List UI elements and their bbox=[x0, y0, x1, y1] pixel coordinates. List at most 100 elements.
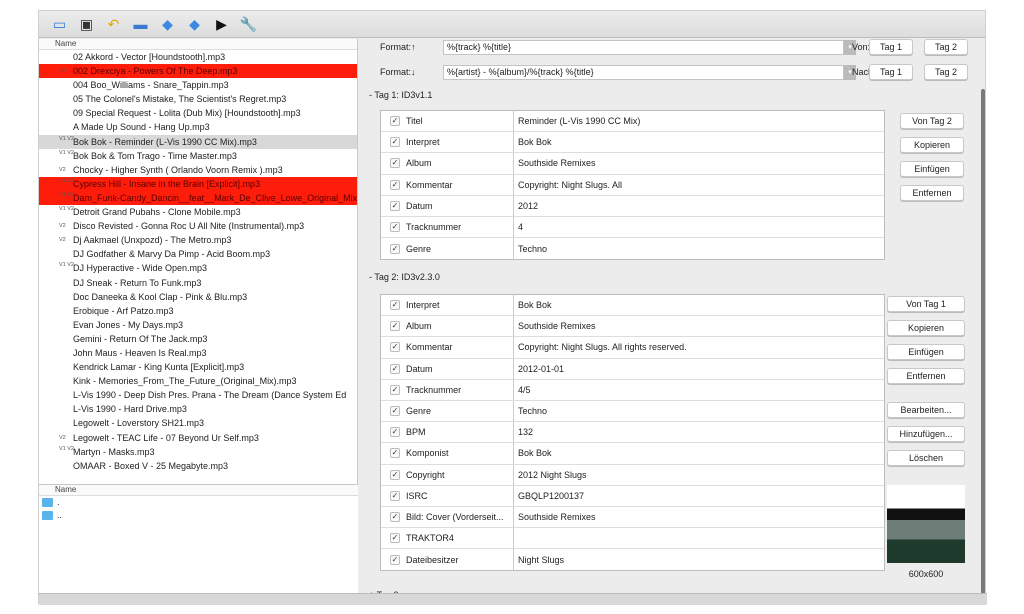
file-row[interactable]: V2 Chocky - Higher Synth ( Orlando Voorn … bbox=[39, 163, 357, 177]
hinzuf-gen-button[interactable]: Hinzufügen... bbox=[887, 426, 965, 442]
to-tag2-button[interactable]: Tag 2 bbox=[924, 64, 968, 80]
field-checkbox[interactable]: ✓ bbox=[390, 243, 400, 254]
field-checkbox[interactable]: ✓ bbox=[390, 427, 400, 438]
save-icon[interactable]: ▣ bbox=[78, 16, 95, 33]
file-row[interactable]: Doc Daneeka & Kool Clap - Pink & Blu.mp3 bbox=[39, 290, 357, 304]
file-row[interactable]: DJ Godfather & Marvy Da Pimp - Acid Boom… bbox=[39, 247, 357, 261]
field-checkbox[interactable]: ✓ bbox=[390, 384, 400, 395]
file-row[interactable]: L-Vis 1990 - Hard Drive.mp3 bbox=[39, 402, 357, 416]
file-row[interactable]: V1 V2 Martyn - Masks.mp3 bbox=[39, 445, 357, 459]
field-checkbox[interactable]: ✓ bbox=[390, 490, 400, 501]
file-row[interactable]: 05 The Colonel's Mistake, The Scientist'… bbox=[39, 92, 357, 106]
scrollbar[interactable] bbox=[981, 89, 985, 594]
field-value[interactable]: 2012 Night Slugs bbox=[518, 470, 587, 480]
kopieren-button[interactable]: Kopieren bbox=[887, 320, 965, 336]
field-checkbox[interactable]: ✓ bbox=[390, 554, 400, 565]
entfernen-button[interactable]: Entfernen bbox=[887, 368, 965, 384]
von-tag-1-button[interactable]: Von Tag 1 bbox=[887, 296, 965, 312]
field-value[interactable]: Techno bbox=[518, 406, 547, 416]
field-value[interactable]: Reminder (L-Vis 1990 CC Mix) bbox=[518, 116, 640, 126]
dir-item[interactable]: . bbox=[39, 496, 358, 509]
undo-icon[interactable]: ↶ bbox=[105, 16, 122, 33]
open-icon[interactable]: ▭ bbox=[51, 16, 68, 33]
file-row[interactable]: V1 V2 Bok Bok - Reminder (L-Vis 1990 CC M… bbox=[39, 134, 357, 149]
field-checkbox[interactable]: ✓ bbox=[390, 363, 400, 374]
field-value[interactable]: 2012-01-01 bbox=[518, 364, 564, 374]
field-value[interactable]: 2012 bbox=[518, 201, 538, 211]
format-up-input[interactable]: %{track} %{title} bbox=[443, 39, 844, 55]
cover-image[interactable] bbox=[887, 485, 965, 563]
file-row[interactable]: V1 V2 Dam_Funk-Candy_Dancin__feat__Mark_D… bbox=[39, 190, 357, 206]
file-row[interactable]: DJ Sneak - Return To Funk.mp3 bbox=[39, 276, 357, 290]
dir-item[interactable]: .. bbox=[39, 509, 358, 522]
field-checkbox[interactable]: ✓ bbox=[390, 448, 400, 459]
field-checkbox[interactable]: ✓ bbox=[390, 511, 400, 522]
tag2-section-toggle[interactable]: - Tag 2: ID3v2.3.0 bbox=[369, 272, 440, 282]
field-checkbox[interactable]: ✓ bbox=[390, 116, 400, 127]
file-row[interactable]: V2 002 Drexciya - Powers Of The Deep.mp3 bbox=[39, 64, 357, 79]
field-value[interactable]: 4/5 bbox=[518, 385, 531, 395]
to-tag1-button[interactable]: Tag 1 bbox=[869, 64, 913, 80]
field-checkbox[interactable]: ✓ bbox=[390, 533, 400, 544]
field-checkbox[interactable]: ✓ bbox=[390, 137, 400, 148]
previous-icon[interactable]: ◆ bbox=[159, 16, 176, 33]
file-row[interactable]: Kink - Memories_From_The_Future_(Origina… bbox=[39, 374, 357, 388]
file-row[interactable]: Kendrick Lamar - King Kunta [Explicit].m… bbox=[39, 360, 357, 374]
from-tag2-button[interactable]: Tag 2 bbox=[924, 39, 968, 55]
field-value[interactable]: Techno bbox=[518, 244, 547, 254]
field-value[interactable]: GBQLP1200137 bbox=[518, 491, 584, 501]
next-icon[interactable]: ◆ bbox=[186, 16, 203, 33]
field-checkbox[interactable]: ✓ bbox=[390, 200, 400, 211]
file-row[interactable]: V1 V2 Bok Bok & Tom Trago - Time Master.m… bbox=[39, 149, 357, 163]
file-row[interactable]: L-Vis 1990 - Deep Dish Pres. Prana - The… bbox=[39, 388, 357, 402]
file-row[interactable]: 02 Akkord - Vector [Houndstooth].mp3 bbox=[39, 50, 357, 64]
field-value[interactable]: Copyright: Night Slugs. All rights reser… bbox=[518, 342, 687, 352]
file-row[interactable]: Erobique - Arf Patzo.mp3 bbox=[39, 304, 357, 318]
file-row[interactable]: V1 V2 Detroit Grand Pubahs - Clone Mobile… bbox=[39, 205, 357, 219]
file-row[interactable]: Legowelt - Loverstory SH21.mp3 bbox=[39, 416, 357, 430]
field-value[interactable]: Bok Bok bbox=[518, 137, 552, 147]
field-value[interactable]: Night Slugs bbox=[518, 555, 564, 565]
file-row[interactable]: Evan Jones - My Days.mp3 bbox=[39, 318, 357, 332]
file-row[interactable]: V1 V2 DJ Hyperactive - Wide Open.mp3 bbox=[39, 261, 357, 275]
field-value[interactable]: 132 bbox=[518, 427, 533, 437]
einf-gen-button[interactable]: Einfügen bbox=[887, 344, 965, 360]
file-list-header[interactable]: Name bbox=[39, 39, 357, 50]
field-checkbox[interactable]: ✓ bbox=[390, 179, 400, 190]
field-checkbox[interactable]: ✓ bbox=[390, 222, 400, 233]
field-checkbox[interactable]: ✓ bbox=[390, 469, 400, 480]
dir-list-header[interactable]: Name bbox=[39, 485, 358, 496]
file-row[interactable]: V2 Legowelt - TEAC Life - 07 Beyond Ur Se… bbox=[39, 431, 357, 445]
field-value[interactable]: 4 bbox=[518, 222, 523, 232]
field-value[interactable]: Bok Bok bbox=[518, 448, 552, 458]
entfernen-button[interactable]: Entfernen bbox=[900, 185, 964, 201]
file-row[interactable]: Gemini - Return Of The Jack.mp3 bbox=[39, 332, 357, 346]
play-icon[interactable]: ▶ bbox=[213, 16, 230, 33]
field-value[interactable]: Southside Remixes bbox=[518, 321, 596, 331]
field-value[interactable]: Southside Remixes bbox=[518, 158, 596, 168]
format-down-input[interactable]: %{artist} - %{album}/%{track} %{title} bbox=[443, 64, 844, 80]
file-row[interactable]: OMAAR - Boxed V - 25 Megabyte.mp3 bbox=[39, 459, 357, 473]
field-checkbox[interactable]: ✓ bbox=[390, 300, 400, 311]
bearbeiten-button[interactable]: Bearbeiten... bbox=[887, 402, 965, 418]
kopieren-button[interactable]: Kopieren bbox=[900, 137, 964, 153]
file-row[interactable]: V1 V2 Cypress Hill - Insane in the Brain … bbox=[39, 176, 357, 191]
field-value[interactable]: Bok Bok bbox=[518, 300, 552, 310]
l-schen-button[interactable]: Löschen bbox=[887, 450, 965, 466]
file-row[interactable]: John Maus - Heaven Is Real.mp3 bbox=[39, 346, 357, 360]
field-value[interactable]: Southside Remixes bbox=[518, 512, 596, 522]
field-checkbox[interactable]: ✓ bbox=[390, 321, 400, 332]
einf-gen-button[interactable]: Einfügen bbox=[900, 161, 964, 177]
field-value[interactable]: Copyright: Night Slugs. All bbox=[518, 180, 622, 190]
field-checkbox[interactable]: ✓ bbox=[390, 406, 400, 417]
remove-icon[interactable]: ▬ bbox=[132, 16, 149, 33]
from-tag1-button[interactable]: Tag 1 bbox=[869, 39, 913, 55]
file-row[interactable]: V2 Dj Aakmael (Unxpozd) - The Metro.mp3 bbox=[39, 233, 357, 247]
file-row[interactable]: 09 Special Request - Lolita (Dub Mix) [H… bbox=[39, 106, 357, 120]
field-checkbox[interactable]: ✓ bbox=[390, 158, 400, 169]
settings-icon[interactable]: 🔧 bbox=[240, 16, 257, 33]
von-tag-2-button[interactable]: Von Tag 2 bbox=[900, 113, 964, 129]
field-checkbox[interactable]: ✓ bbox=[390, 342, 400, 353]
file-row[interactable]: V2 Disco Revisted - Gonna Roc U All Nite … bbox=[39, 219, 357, 233]
file-row[interactable]: A Made Up Sound - Hang Up.mp3 bbox=[39, 120, 357, 134]
